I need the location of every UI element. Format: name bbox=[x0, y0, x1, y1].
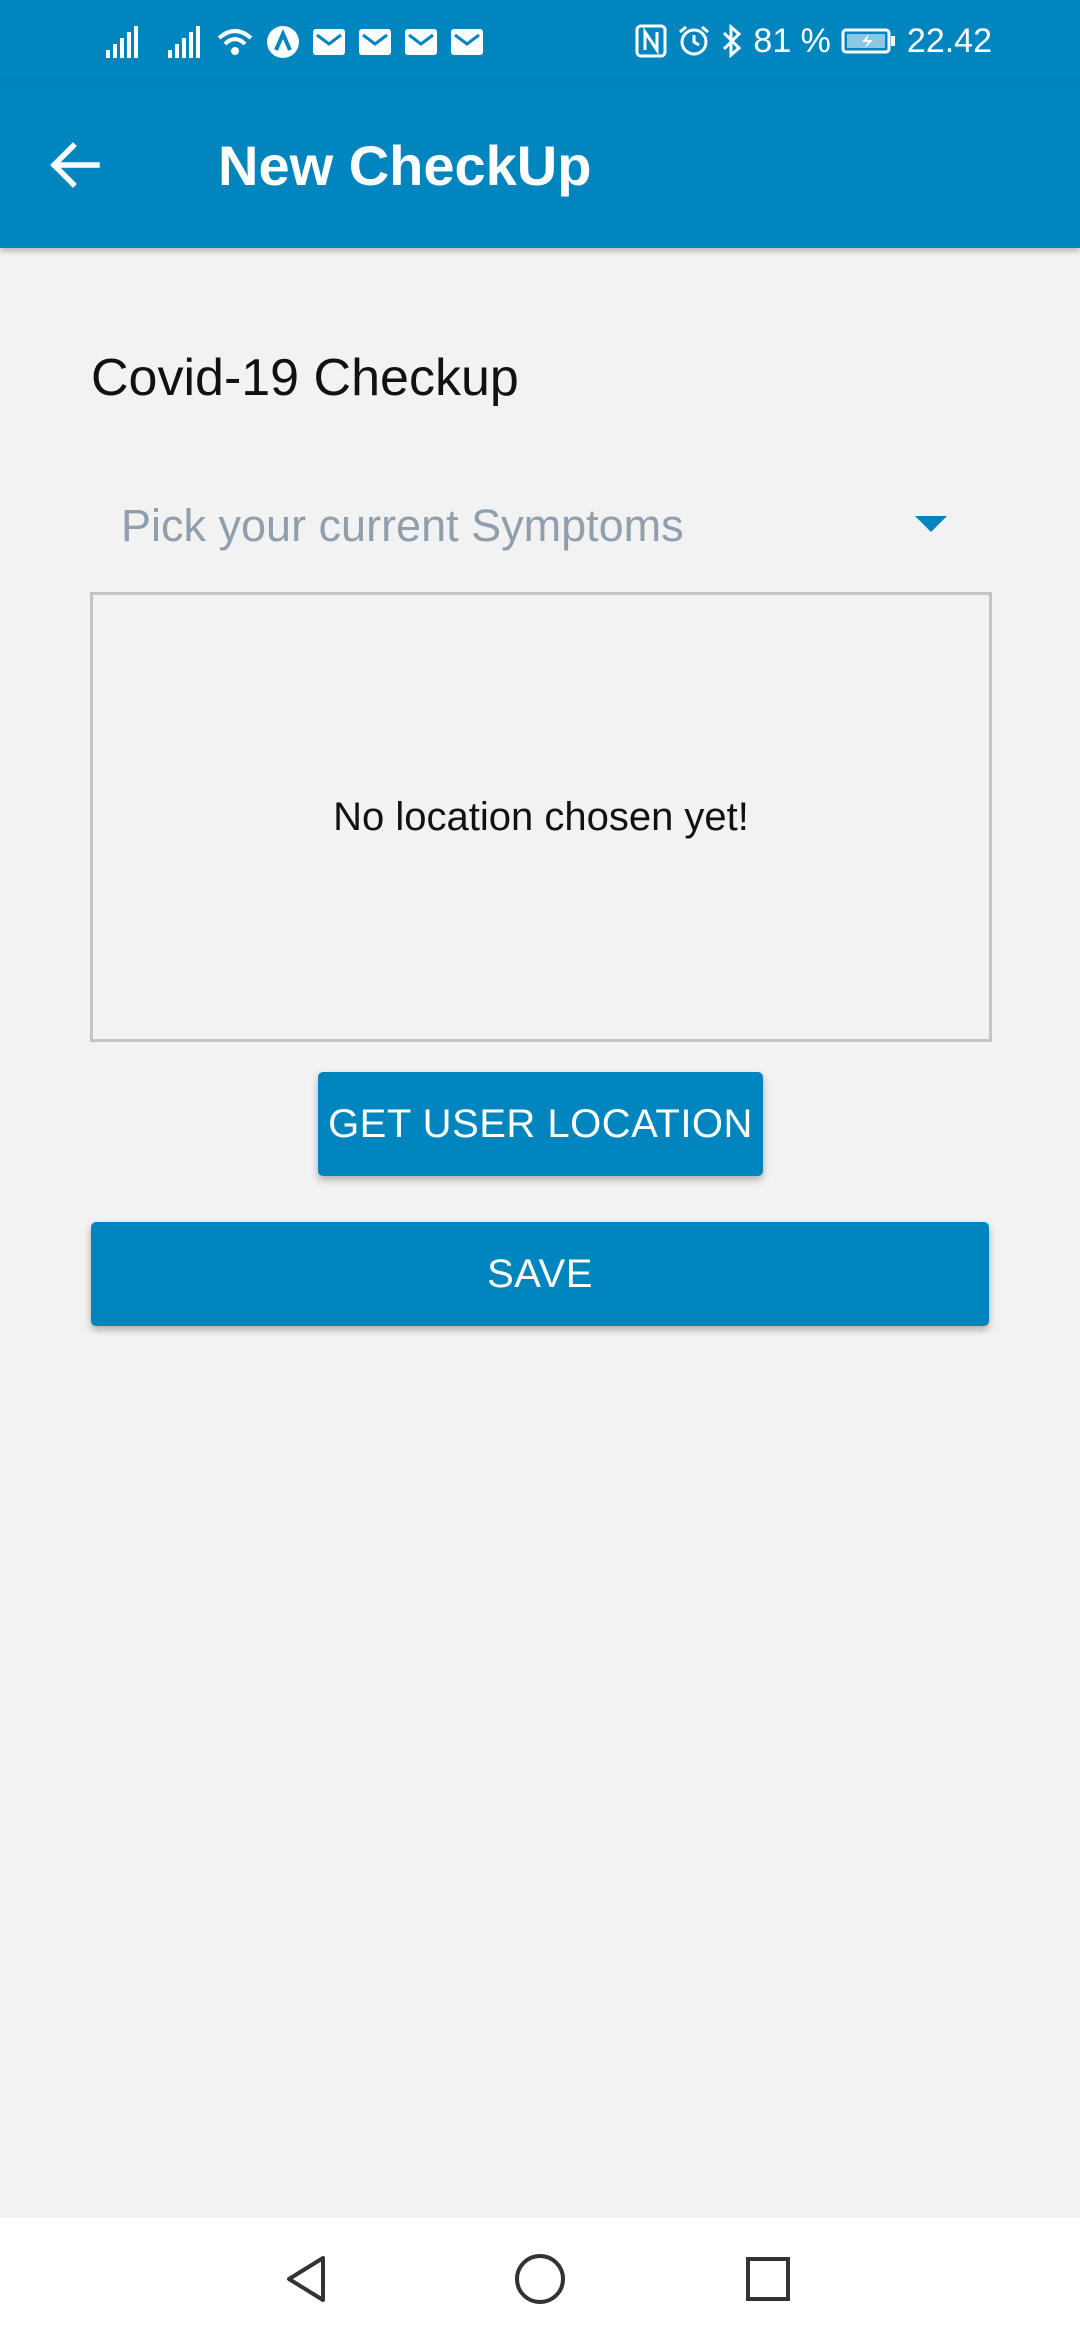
alarm-icon bbox=[679, 25, 710, 56]
dropdown-arrow-icon bbox=[915, 516, 947, 532]
mail-icon bbox=[451, 29, 483, 55]
status-bar: 81 % 22.42 bbox=[0, 0, 1080, 82]
symptoms-dropdown[interactable]: Pick your current Symptoms bbox=[91, 490, 989, 564]
location-placeholder: No location chosen yet! bbox=[333, 795, 749, 839]
symptoms-placeholder: Pick your current Symptoms bbox=[121, 500, 684, 551]
location-preview: No location chosen yet! bbox=[90, 592, 992, 1042]
get-user-location-button[interactable]: GET USER LOCATION bbox=[318, 1072, 763, 1176]
status-icons-left bbox=[104, 22, 484, 62]
bluetooth-icon bbox=[723, 24, 742, 58]
mail-icon bbox=[405, 29, 437, 55]
nav-home-button[interactable] bbox=[500, 2239, 580, 2319]
battery-charging-icon bbox=[841, 28, 895, 54]
signal-icon bbox=[168, 26, 200, 58]
app-bar: New CheckUp bbox=[0, 82, 1080, 248]
wifi-icon bbox=[217, 29, 253, 55]
nfc-icon bbox=[635, 24, 667, 58]
mail-icon bbox=[359, 29, 391, 55]
app-icon bbox=[267, 26, 299, 58]
nav-home-icon bbox=[515, 2254, 565, 2304]
signal-icon bbox=[106, 26, 138, 58]
nav-recents-button[interactable] bbox=[728, 2239, 808, 2319]
back-button[interactable] bbox=[36, 126, 114, 204]
mail-icon bbox=[313, 29, 345, 55]
arrow-back-icon bbox=[50, 142, 100, 188]
save-button[interactable]: SAVE bbox=[91, 1222, 989, 1326]
status-icons-right: 81 % 22.42 bbox=[635, 18, 992, 64]
section-title: Covid-19 Checkup bbox=[91, 349, 519, 407]
system-nav-bar bbox=[0, 2218, 1080, 2340]
nav-recents-icon bbox=[746, 2257, 790, 2301]
page-title: New CheckUp bbox=[218, 134, 592, 197]
battery-percentage: 81 % bbox=[753, 22, 831, 60]
nav-back-button[interactable] bbox=[268, 2239, 348, 2319]
nav-back-icon bbox=[287, 2256, 325, 2302]
clock: 22.42 bbox=[906, 22, 992, 60]
